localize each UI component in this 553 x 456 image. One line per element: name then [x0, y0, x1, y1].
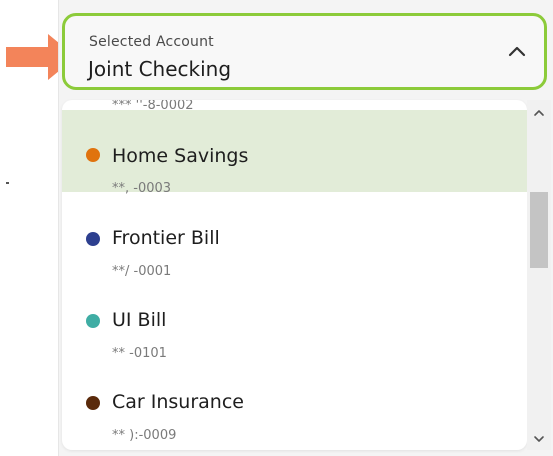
list-item-home-savings[interactable]: Home Savings **, -0003 — [62, 110, 527, 196]
chevron-up-icon — [534, 110, 544, 116]
list-scrollbar[interactable] — [527, 100, 551, 450]
account-color-dot — [86, 232, 100, 246]
list-item-frontier-bill[interactable]: Frontier Bill **/ -0001 — [62, 212, 527, 294]
account-selector-screen: Selected Account Joint Checking *** ''-8… — [0, 0, 553, 456]
account-number: **, -0003 — [112, 181, 172, 196]
list-item-car-insurance[interactable]: Car Insurance ** ):-0009 — [62, 376, 527, 450]
scroll-thumb[interactable] — [530, 192, 548, 268]
account-color-dot — [86, 148, 100, 162]
account-color-dot — [86, 396, 100, 410]
chevron-up-icon[interactable] — [508, 45, 526, 57]
divider-tick — [6, 182, 9, 184]
account-color-dot — [86, 314, 100, 328]
selected-account-value: Joint Checking — [88, 57, 232, 81]
scroll-down-button[interactable] — [527, 430, 551, 452]
account-number: ** -0101 — [112, 346, 167, 361]
account-list[interactable]: *** ''-8-0002 Home Savings **, -0003 Fro… — [62, 100, 527, 450]
chevron-down-icon — [534, 436, 544, 442]
account-name: UI Bill — [112, 309, 167, 331]
account-name: Car Insurance — [112, 391, 244, 413]
account-name: Home Savings — [112, 145, 249, 167]
account-name: Frontier Bill — [112, 227, 220, 249]
account-number: ** ):-0009 — [112, 428, 177, 443]
selected-account-dropdown[interactable]: Selected Account Joint Checking — [62, 13, 547, 90]
account-number: **/ -0001 — [112, 264, 172, 279]
list-item-ui-bill[interactable]: UI Bill ** -0101 — [62, 294, 527, 376]
scroll-up-button[interactable] — [527, 104, 551, 126]
selected-account-label: Selected Account — [89, 34, 214, 50]
